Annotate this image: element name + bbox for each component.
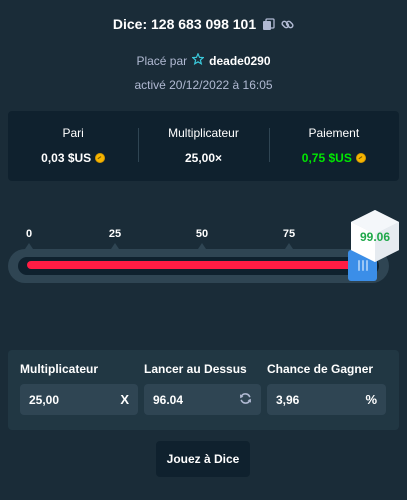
- slider-ticks: 0 25 50 75 100: [0, 228, 407, 242]
- stat-multiplier-value-wrap: 25,00×: [185, 151, 222, 165]
- roll-over-value: 96.04: [153, 392, 184, 407]
- multiplier-control: Multiplicateur 25,00 X: [20, 362, 138, 415]
- bet-stats-panel: Pari 0,03 $US Multiplicateur 25,00× Paie…: [8, 111, 399, 181]
- coin-icon: [355, 152, 366, 163]
- stat-payout: Paiement 0,75 $US: [268, 125, 399, 167]
- stat-bet-value: 0,03 $US: [41, 150, 92, 165]
- coin-icon: [95, 152, 106, 163]
- placed-by-label: Placé par: [136, 53, 188, 68]
- stat-multiplier-label: Multiplicateur: [168, 125, 239, 140]
- stat-multiplier-value: 25,00×: [184, 150, 223, 165]
- username-link[interactable]: deade0290: [209, 54, 270, 68]
- stat-bet-label: Pari: [62, 125, 84, 140]
- stat-payout-value: 0,75 $US: [301, 150, 352, 165]
- bet-header: Dice: 128 683 098 101: [0, 16, 407, 32]
- tick-label: 0: [25, 228, 33, 240]
- win-chance-label: Chance de Gagner: [267, 362, 374, 376]
- win-chance-control: Chance de Gagner 3,96 %: [267, 362, 386, 415]
- slider-lose-range: [27, 261, 363, 269]
- roll-over-input[interactable]: 96.04: [144, 384, 261, 415]
- bet-title: Dice: 128 683 098 101: [112, 16, 257, 32]
- roll-over-label: Lancer au Dessus: [144, 362, 247, 376]
- activation-date: activé 20/12/2022 à 16:05: [134, 78, 273, 92]
- play-dice-button[interactable]: Jouez à Dice: [156, 441, 250, 477]
- win-chance-suffix: %: [365, 392, 377, 407]
- multiplier-label: Multiplicateur: [20, 362, 99, 376]
- multiplier-suffix: X: [120, 392, 129, 407]
- stat-bet-value-wrap: 0,03 $US: [41, 150, 106, 165]
- multiplier-input[interactable]: 25,00 X: [20, 384, 138, 415]
- star-icon: [191, 52, 205, 68]
- win-chance-input[interactable]: 3,96 %: [267, 384, 386, 415]
- stat-payout-value-wrap: 0,75 $US: [302, 151, 366, 165]
- multiplier-value: 25,00: [29, 392, 60, 407]
- result-value: 99.06: [359, 230, 391, 244]
- tick-label: 50: [195, 228, 209, 240]
- stat-multiplier: Multiplicateur 25,00×: [138, 126, 268, 167]
- tick-label: 75: [282, 228, 296, 240]
- tick-label: 25: [108, 228, 122, 240]
- roll-over-control: Lancer au Dessus 96.04: [144, 362, 261, 415]
- link-icon[interactable]: [281, 18, 294, 31]
- stat-payout-label: Paiement: [308, 125, 360, 140]
- stat-bet: Pari 0,03 $US: [8, 126, 138, 167]
- win-chance-value: 3,96: [276, 392, 300, 407]
- copy-icon[interactable]: [262, 17, 275, 31]
- placed-by: Placé par deade0290: [0, 52, 407, 68]
- refresh-icon[interactable]: [239, 392, 252, 408]
